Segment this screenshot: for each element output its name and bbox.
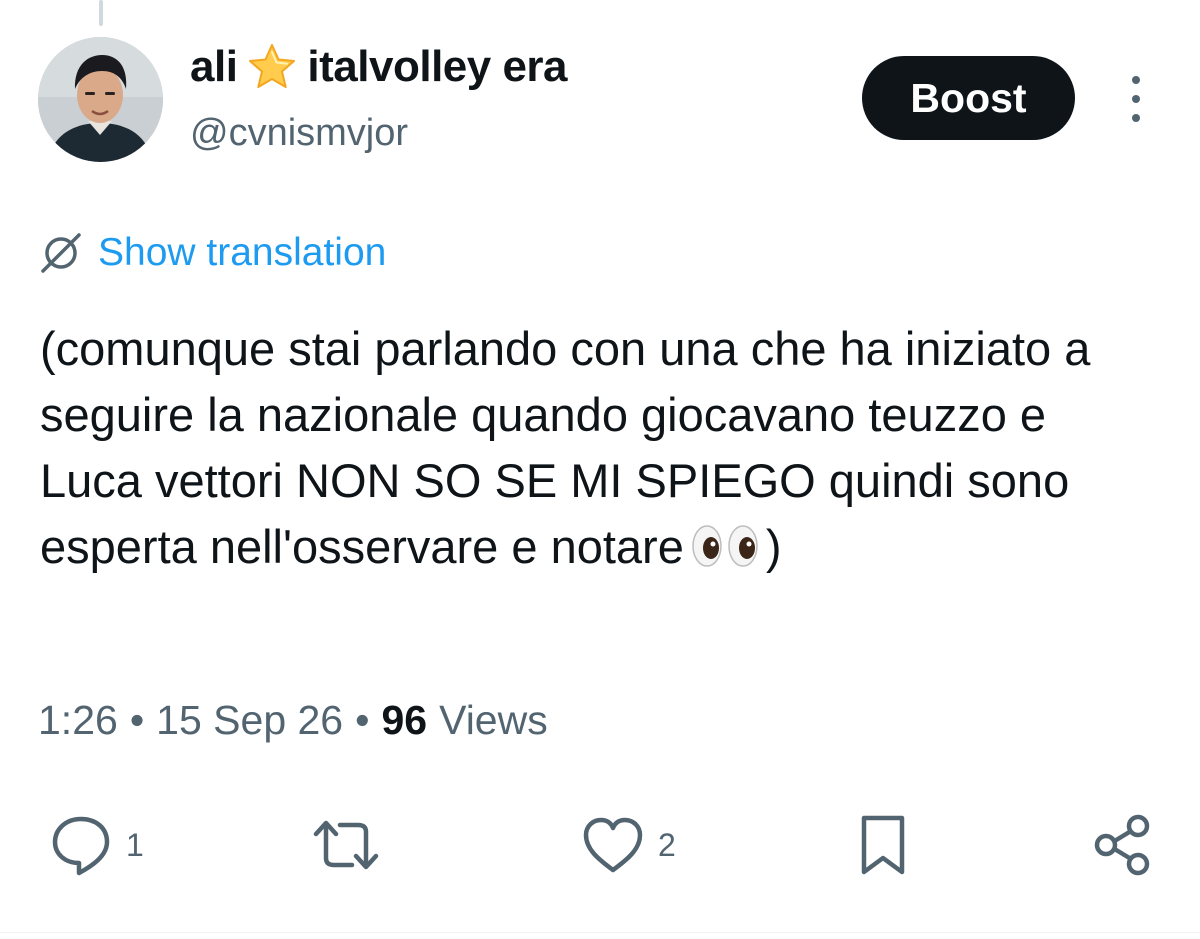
meta-separator: • [129, 696, 145, 743]
show-translation-link[interactable]: Show translation [38, 225, 386, 281]
repost-button[interactable] [308, 808, 384, 882]
globe-slash-icon [38, 230, 84, 276]
bookmark-icon [861, 815, 905, 875]
more-options-button[interactable] [1118, 76, 1154, 122]
tweet-body: (comunque stai parlando con una che ha i… [40, 322, 1091, 573]
tweet-date[interactable]: 15 Sep 26 [156, 697, 343, 744]
reply-button[interactable]: 1 [48, 808, 144, 882]
user-handle[interactable]: @cvnismvjor [190, 112, 408, 155]
tweet-closing-paren: ) [765, 520, 782, 573]
like-count: 2 [658, 826, 676, 863]
share-nodes-icon [1094, 814, 1150, 876]
tweet-time[interactable]: 1:26 [38, 697, 118, 744]
show-translation-label: Show translation [98, 231, 387, 274]
eyes-emoji-icon [690, 523, 762, 569]
avatar-image [38, 37, 163, 162]
views-count: 96 [381, 696, 428, 743]
boost-button[interactable]: Boost [862, 56, 1075, 140]
reply-count: 1 [126, 826, 144, 863]
share-button[interactable] [1088, 808, 1158, 882]
display-name[interactable]: ali italvolley era [190, 36, 568, 98]
star-emoji-icon [247, 43, 297, 91]
tweet-meta: 1:26 • 15 Sep 26 • 96 Views [38, 690, 548, 750]
display-name-prefix: ali [190, 42, 238, 91]
heart-icon [583, 817, 643, 873]
tweet-text: (comunque stai parlando con una che ha i… [40, 316, 1160, 580]
meta-separator: • [355, 696, 370, 743]
vertical-dots-icon [1132, 76, 1140, 84]
action-bar: 1 2 [0, 808, 1200, 882]
display-name-suffix: italvolley era [307, 42, 568, 91]
views-label: Views [439, 696, 548, 743]
divider [0, 932, 1200, 933]
repost-arrows-icon [313, 820, 379, 870]
thread-connector-line [99, 0, 103, 26]
speech-bubble-icon [52, 816, 110, 876]
avatar[interactable] [38, 37, 163, 162]
like-button[interactable]: 2 [580, 808, 676, 882]
bookmark-button[interactable] [850, 808, 916, 882]
